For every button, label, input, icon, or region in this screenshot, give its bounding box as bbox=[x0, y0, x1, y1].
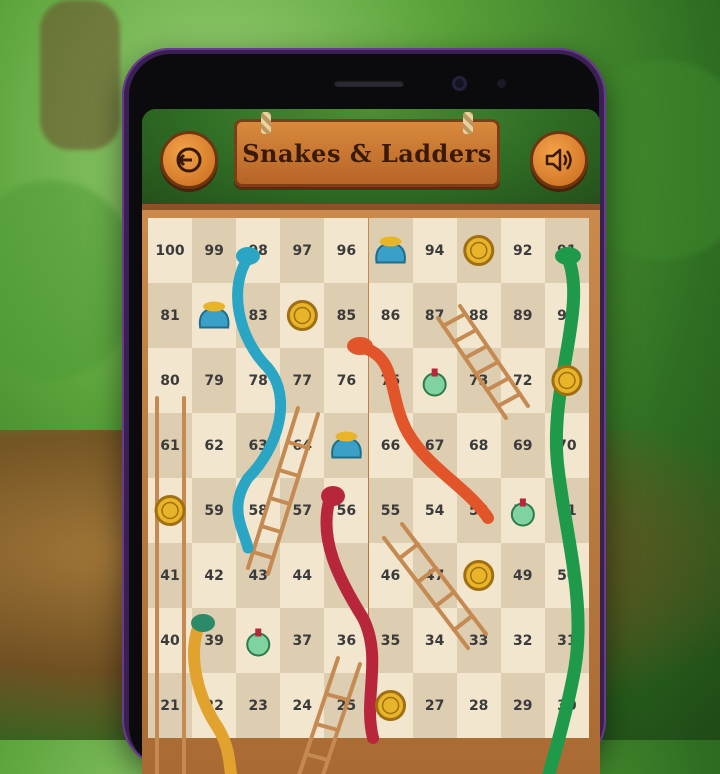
board-cell: 37 bbox=[280, 608, 325, 673]
background-foliage bbox=[0, 180, 140, 380]
board-cell: 34 bbox=[412, 608, 457, 673]
board-cell: 79 bbox=[192, 348, 237, 413]
board-cell: 99 bbox=[192, 218, 237, 283]
board-cell: 24 bbox=[280, 673, 325, 738]
exit-icon bbox=[176, 147, 202, 173]
game-title: Snakes & Ladders bbox=[242, 138, 492, 168]
board-cell: 86 bbox=[368, 283, 413, 348]
board-cell: 29 bbox=[500, 673, 545, 738]
board-cell: 59 bbox=[192, 478, 237, 543]
coin-icon bbox=[286, 300, 318, 331]
phone-speaker bbox=[334, 80, 404, 87]
board-cell: 54 bbox=[412, 478, 457, 543]
exit-button[interactable] bbox=[160, 131, 218, 189]
board-cell: 62 bbox=[192, 413, 237, 478]
coin-icon bbox=[463, 560, 495, 591]
money-bag-icon bbox=[198, 301, 230, 329]
sign-rope bbox=[463, 112, 473, 134]
sound-button[interactable] bbox=[530, 131, 588, 189]
snake-head bbox=[321, 486, 345, 506]
board-cell: 55 bbox=[368, 478, 413, 543]
coin-icon bbox=[463, 235, 495, 266]
coin-icon bbox=[551, 365, 583, 396]
phone-bezel: Snakes & Ladders 10099989796949291818385… bbox=[129, 54, 600, 774]
sign-rope bbox=[261, 112, 271, 134]
board-cell: 97 bbox=[280, 218, 325, 283]
coin-icon bbox=[375, 690, 407, 721]
board-cell: 96 bbox=[324, 218, 369, 283]
board-frame: 1009998979694929181838586878889908079787… bbox=[142, 204, 600, 774]
money-bag-icon bbox=[375, 236, 406, 264]
board-cell: 68 bbox=[456, 413, 501, 478]
phone-frame: Snakes & Ladders 10099989796949291818385… bbox=[122, 48, 606, 774]
board-cell: 23 bbox=[236, 673, 281, 738]
snake-head bbox=[347, 337, 373, 355]
background-tree-trunk bbox=[40, 0, 120, 150]
board-cell: 27 bbox=[412, 673, 457, 738]
board-cell: 49 bbox=[500, 543, 545, 608]
board-cell: 44 bbox=[280, 543, 325, 608]
speaker-icon bbox=[545, 148, 572, 172]
board-cell: 77 bbox=[280, 348, 325, 413]
board-cell: 76 bbox=[324, 348, 369, 413]
board-cell: 92 bbox=[500, 218, 545, 283]
phone-camera bbox=[452, 76, 467, 91]
snake-head bbox=[555, 247, 581, 265]
money-bag-icon bbox=[331, 431, 362, 459]
board-cell: 89 bbox=[500, 283, 545, 348]
coin-icon bbox=[154, 495, 186, 526]
board-cell: 42 bbox=[192, 543, 237, 608]
game-header: Snakes & Ladders bbox=[142, 109, 600, 207]
board-cell: 100 bbox=[148, 218, 192, 283]
board-cell: 28 bbox=[456, 673, 501, 738]
game-screen: Snakes & Ladders 10099989796949291818385… bbox=[142, 109, 600, 774]
board-cell: 81 bbox=[148, 283, 192, 348]
phone-sensor bbox=[497, 79, 506, 88]
title-sign: Snakes & Ladders bbox=[234, 112, 500, 187]
board-cell: 47 bbox=[412, 543, 457, 608]
snake-head bbox=[236, 247, 260, 265]
board-cell: 94 bbox=[412, 218, 457, 283]
board-cell: 32 bbox=[500, 608, 545, 673]
board-cell: 69 bbox=[500, 413, 545, 478]
snake-head bbox=[191, 614, 215, 632]
